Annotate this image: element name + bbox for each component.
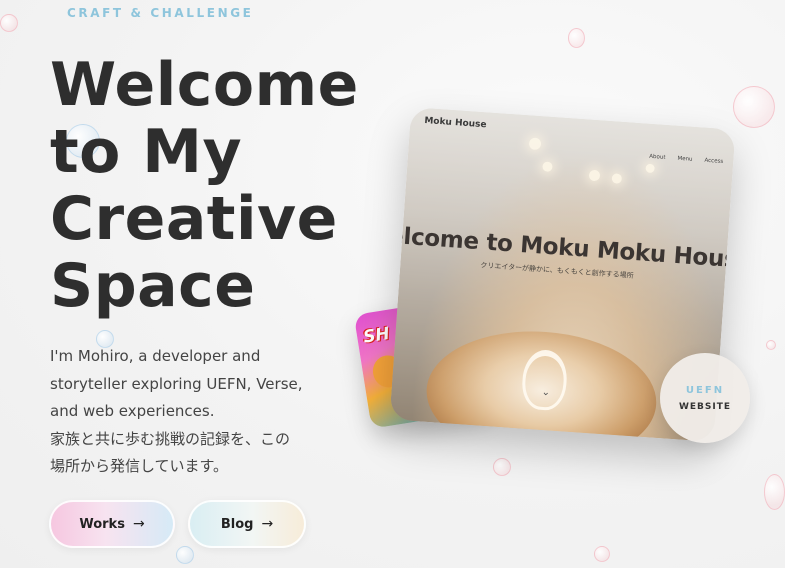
hero-intro-line: I'm Mohiro, a developer and xyxy=(50,347,261,365)
bubble-decoration xyxy=(0,14,18,32)
blog-button[interactable]: Blog → xyxy=(188,500,306,548)
bubble-decoration xyxy=(176,546,194,564)
card-nav-item: About xyxy=(648,153,666,161)
card-nav-item: Menu xyxy=(677,155,693,163)
blog-button-label: Blog xyxy=(220,516,254,532)
bubble-decoration xyxy=(493,458,511,476)
hero-title-line: to My xyxy=(50,117,243,187)
bubble-decoration xyxy=(766,340,776,350)
bubble-decoration xyxy=(568,28,585,48)
hero-title-line: Welcome xyxy=(50,50,359,120)
hero-intro: I'm Mohiro, a developer and storyteller … xyxy=(50,343,350,481)
hero-title-line: Creative xyxy=(50,184,338,254)
hero-title-line: Space xyxy=(50,251,256,321)
hero-intro-line: 場所から発信しています。 xyxy=(50,457,229,475)
hero-intro-line: and web experiences. xyxy=(50,402,215,420)
chevron-down-icon: ⌄ xyxy=(541,386,551,399)
hero-eyebrow: CRAFT & CHALLENGE xyxy=(67,6,254,20)
badge-type: WEBSITE xyxy=(678,401,732,412)
bubble-decoration xyxy=(764,474,785,510)
arrow-right-icon: → xyxy=(261,516,274,532)
badge-platform: UEFN xyxy=(685,384,725,396)
hero-intro-line: 家族と共に歩む挑戦の記録を、この xyxy=(50,429,291,448)
hero-title: Welcome to My Creative Space xyxy=(50,52,359,320)
works-button[interactable]: Works → xyxy=(49,500,175,548)
project-type-badge: UEFN WEBSITE xyxy=(660,353,750,443)
bubble-decoration xyxy=(594,546,610,562)
works-button-label: Works xyxy=(79,516,125,532)
card-nav-item: Access xyxy=(704,157,724,165)
bubble-decoration xyxy=(733,86,775,128)
hero-intro-line: storyteller exploring UEFN, Verse, xyxy=(50,374,303,393)
arrow-right-icon: → xyxy=(132,516,145,532)
